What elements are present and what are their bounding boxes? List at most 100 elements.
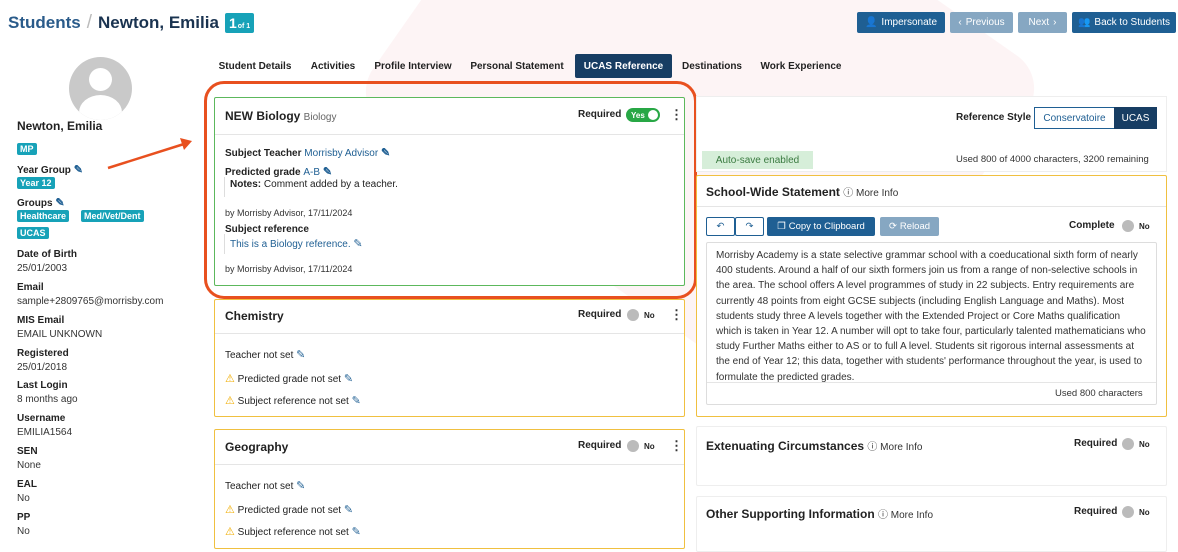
edit-pencil-icon[interactable]: ✎ [352,525,361,538]
field-label: EAL [17,479,37,490]
subject-title: Geography [225,440,289,454]
required-label: Required [578,440,622,451]
breadcrumb: Students / Newton, Emilia 1 of 1 [8,12,255,34]
more-options-icon[interactable]: ⋮ [670,307,683,323]
student-name: Newton, Emilia [17,119,103,133]
breadcrumb-separator: / [86,12,93,33]
divider [707,382,1156,383]
more-info-link[interactable]: ⓘ More Info [843,188,898,199]
required-toggle[interactable]: No [627,308,661,322]
extenuating-title: Extenuating Circumstances ⓘ More Info [706,439,923,453]
field-label: SEN [17,446,38,457]
field-value: No [17,493,30,504]
subject-title: Chemistry [225,309,284,323]
divider [697,206,1166,207]
pagination-badge: 1 of 1 [224,13,255,33]
group-tag: Healthcare [17,210,70,222]
user-icon: 👤 [864,17,878,28]
year-group-tag: Year 12 [17,177,55,189]
tab-bar: Student Details Activities Profile Inter… [205,54,1178,78]
reference-row: ⚠ Subject reference not set ✎ [225,394,361,407]
required-label: Required [578,309,622,320]
warning-icon: ⚠ [225,395,235,407]
field-label: Email [17,282,44,293]
year-group-label: Year Group ✎ [17,163,83,176]
impersonate-button[interactable]: 👤 Impersonate [857,12,945,33]
style-option-ucas[interactable]: UCAS [1114,107,1157,129]
field-label: MIS Email [17,315,65,326]
groups-label: Groups ✎ [17,196,65,209]
next-button[interactable]: Next › [1018,12,1067,33]
required-toggle[interactable]: No [627,439,661,453]
field-label: Registered [17,348,69,359]
extenuating-card [696,426,1167,486]
field-value: 25/01/2018 [17,362,68,373]
more-options-icon[interactable]: ⋮ [670,438,683,454]
initials-tag: MP [17,143,37,155]
redo-button[interactable]: ↷ [735,217,764,236]
tab-activities[interactable]: Activities [305,54,361,78]
warning-icon: ⚠ [225,504,235,516]
field-label: Date of Birth [17,249,77,260]
statement-text[interactable]: Morrisby Academy is a state selective gr… [716,248,1146,385]
teacher-row: Teacher not set ✎ [225,479,306,492]
divider [215,333,684,334]
field-value: sample+2809765@morrisby.com [17,296,164,307]
breadcrumb-students-link[interactable]: Students [8,13,81,33]
undo-button[interactable]: ↶ [706,217,735,236]
tab-ucas-reference[interactable]: UCAS Reference [575,54,672,78]
required-label: Required [1074,506,1118,517]
tab-personal-statement[interactable]: Personal Statement [465,54,569,78]
group-tag: UCAS [17,227,49,239]
grade-row: ⚠ Predicted grade not set ✎ [225,503,354,516]
redo-icon: ↷ [745,221,754,232]
edit-pencil-icon[interactable]: ✎ [296,348,305,361]
copy-icon: ❐ [777,221,786,232]
more-info-link[interactable]: ⓘ More Info [878,510,933,521]
required-toggle[interactable]: No [1122,505,1156,519]
annotation-arrow [107,138,192,170]
copy-to-clipboard-button[interactable]: ❐ Copy to Clipboard [767,217,875,236]
tab-profile-interview[interactable]: Profile Interview [369,54,457,78]
edit-pencil-icon[interactable]: ✎ [344,503,353,516]
complete-toggle[interactable]: No [1122,219,1156,233]
more-info-link[interactable]: ⓘ More Info [867,442,922,453]
field-label: Username [17,413,66,424]
field-value: None [17,460,41,471]
field-label: PP [17,512,31,523]
edit-pencil-icon[interactable]: ✎ [344,372,353,385]
field-label: Last Login [17,380,68,391]
edit-pencil-icon[interactable]: ✎ [55,196,64,209]
page-title: Newton, Emilia [98,13,219,32]
edit-pencil-icon[interactable]: ✎ [296,479,305,492]
annotation-circle [204,81,697,299]
other-info-title: Other Supporting Information ⓘ More Info [706,507,934,521]
previous-button[interactable]: ‹ Previous [950,12,1013,33]
tab-student-details[interactable]: Student Details [213,54,297,78]
warning-icon: ⚠ [225,373,235,385]
used-characters: Used 800 characters [1055,388,1143,399]
edit-pencil-icon[interactable]: ✎ [352,394,361,407]
required-toggle[interactable]: No [1122,437,1156,451]
field-value: EMILIA1564 [17,427,73,438]
edit-pencil-icon[interactable]: ✎ [74,163,83,176]
autosave-badge: Auto-save enabled [702,151,813,169]
reload-button[interactable]: ⟳ Reload [880,217,939,236]
group-tag: Med/Vet/Dent [81,210,144,222]
reference-style-label: Reference Style [956,112,1032,123]
character-count: Used 800 of 4000 characters, 3200 remain… [956,154,1149,165]
statement-title: School-Wide Statement ⓘ More Info [706,185,899,199]
complete-label: Complete [1069,220,1115,231]
tab-destinations[interactable]: Destinations [678,54,746,78]
page-of: of 1 [237,23,251,30]
avatar [69,57,132,120]
style-option-conservatoire[interactable]: Conservatoire [1034,107,1115,129]
tab-work-experience[interactable]: Work Experience [758,54,844,78]
info-icon: ⓘ [878,510,888,521]
warning-icon: ⚠ [225,526,235,538]
field-value: 25/01/2003 [17,263,68,274]
back-to-students-button[interactable]: 👥 Back to Students [1072,12,1176,33]
other-info-card [696,496,1167,552]
page-number: 1 [228,15,237,31]
field-value: EMAIL UNKNOWN [17,329,103,340]
